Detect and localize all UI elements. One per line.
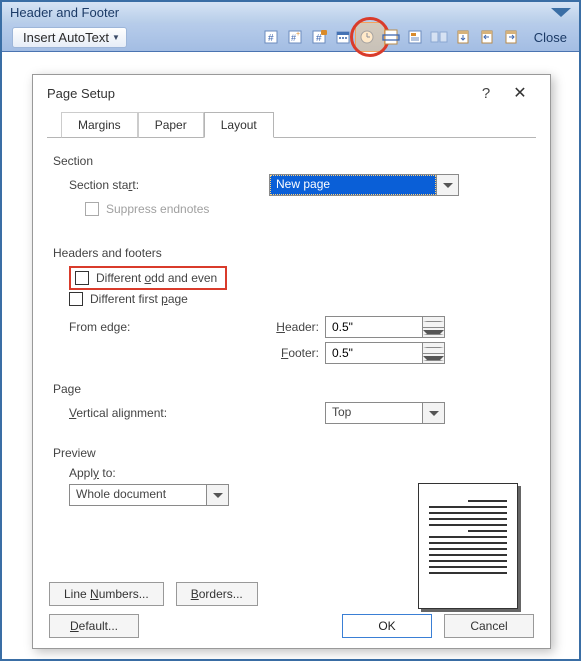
- dialog-close-button[interactable]: ✕: [500, 83, 540, 103]
- insert-autotext-button[interactable]: Insert AutoText ▼: [12, 27, 127, 48]
- different-odd-even-label: Different odd and even: [96, 271, 217, 285]
- ok-button[interactable]: OK: [342, 614, 432, 638]
- insert-time-icon[interactable]: [356, 26, 378, 48]
- tabs: Margins Paper Layout: [47, 111, 536, 138]
- svg-text:#: #: [316, 33, 322, 44]
- dropdown-arrow-icon[interactable]: [422, 403, 444, 423]
- footer-from-edge-spinner[interactable]: [325, 342, 445, 364]
- insert-page-number-icon[interactable]: #: [260, 26, 282, 48]
- dialog-title: Page Setup: [47, 86, 115, 101]
- cancel-button[interactable]: Cancel: [444, 614, 534, 638]
- suppress-endnotes-checkbox: [85, 202, 99, 216]
- insert-date-icon[interactable]: [332, 26, 354, 48]
- apply-to-label: Apply to:: [69, 466, 116, 480]
- section-start-label: Section start:: [69, 178, 269, 192]
- from-edge-label: From edge:: [69, 320, 269, 334]
- page-header: Page: [53, 382, 530, 396]
- dialog-help-button[interactable]: ?: [472, 85, 500, 102]
- different-first-page-checkbox[interactable]: [69, 292, 83, 306]
- apply-to-select[interactable]: Whole document: [69, 484, 229, 506]
- dropdown-arrow-icon[interactable]: [436, 175, 458, 195]
- headers-footers-header: Headers and footers: [53, 246, 530, 260]
- header-footer-toolbar: Header and Footer Insert AutoText ▼ # #+…: [2, 2, 579, 52]
- default-button[interactable]: Default...: [49, 614, 139, 638]
- line-numbers-button[interactable]: Line Numbers...: [49, 582, 164, 606]
- annotation-highlight-box: Different odd and even: [69, 266, 227, 290]
- toolbar-close-button[interactable]: Close: [528, 28, 573, 47]
- page-setup-dialog: Page Setup ? ✕ Margins Paper Layout Sect…: [32, 74, 551, 649]
- same-as-previous-icon: [428, 26, 450, 48]
- header-value-input[interactable]: [326, 317, 422, 337]
- section-header: Section: [53, 154, 530, 168]
- vertical-alignment-label: Vertical alignment:: [69, 406, 269, 420]
- tab-paper[interactable]: Paper: [138, 112, 204, 138]
- show-document-text-icon[interactable]: [404, 26, 426, 48]
- section-start-select[interactable]: New page: [269, 174, 459, 196]
- footer-label: Footer:: [269, 346, 325, 360]
- footer-value-input[interactable]: [326, 343, 422, 363]
- tab-layout[interactable]: Layout: [204, 112, 274, 138]
- collapse-icon[interactable]: [551, 8, 571, 17]
- svg-text:+: +: [296, 31, 300, 38]
- borders-button[interactable]: Borders...: [176, 582, 258, 606]
- spin-up-icon[interactable]: [423, 343, 444, 354]
- svg-text:#: #: [268, 33, 274, 44]
- spin-down-icon[interactable]: [423, 354, 444, 364]
- autotext-label: Insert AutoText: [23, 30, 109, 45]
- format-page-number-icon[interactable]: #: [308, 26, 330, 48]
- show-next-icon[interactable]: [500, 26, 522, 48]
- show-previous-icon[interactable]: [476, 26, 498, 48]
- dropdown-arrow-icon[interactable]: [206, 485, 228, 505]
- switch-header-footer-icon[interactable]: [452, 26, 474, 48]
- spin-up-icon[interactable]: [423, 317, 444, 328]
- suppress-endnotes-label: Suppress endnotes: [106, 202, 209, 216]
- different-first-page-label: Different first page: [90, 292, 188, 306]
- vertical-alignment-select[interactable]: Top: [325, 402, 445, 424]
- header-label: Header:: [269, 320, 325, 334]
- preview-header: Preview: [53, 446, 530, 460]
- insert-number-pages-icon[interactable]: #+: [284, 26, 306, 48]
- header-from-edge-spinner[interactable]: [325, 316, 445, 338]
- toolbar-title: Header and Footer: [10, 5, 119, 20]
- spin-down-icon[interactable]: [423, 328, 444, 338]
- dropdown-arrow-icon: ▼: [112, 33, 120, 42]
- page-setup-icon[interactable]: [380, 26, 402, 48]
- tab-margins[interactable]: Margins: [61, 112, 138, 138]
- different-odd-even-checkbox[interactable]: [75, 271, 89, 285]
- svg-text:#: #: [291, 33, 296, 43]
